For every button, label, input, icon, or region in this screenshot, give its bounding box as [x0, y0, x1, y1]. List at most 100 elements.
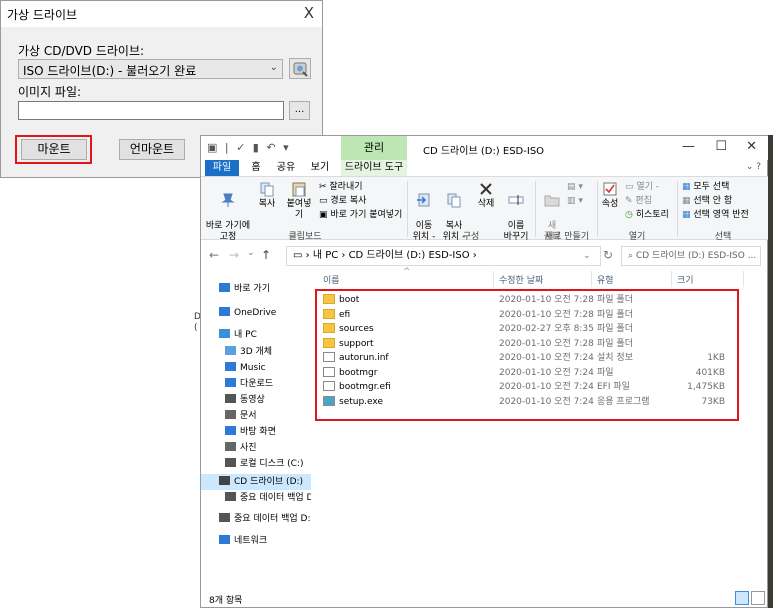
- nav-item[interactable]: 3D 개체: [201, 344, 311, 360]
- select-all-button[interactable]: ▦ 모두 선택: [682, 182, 729, 193]
- column-type[interactable]: 유형: [597, 273, 614, 286]
- nav-item[interactable]: 네트워크: [201, 533, 311, 549]
- nav-item[interactable]: CD 드라이브 (D:): [201, 474, 311, 490]
- nav-item[interactable]: 중요 데이터 백업 D: [201, 490, 311, 506]
- drive-select-value: ISO 드라이브(D:) - 불러오기 완료: [23, 64, 197, 78]
- new-folder-icon: [544, 195, 560, 207]
- desktop-background: [768, 135, 773, 608]
- copy-label: 복사: [258, 199, 276, 209]
- browse-button[interactable]: ...: [289, 101, 310, 120]
- column-date[interactable]: 수정한 날짜: [499, 273, 543, 286]
- address-bar[interactable]: ▭ › 내 PC › CD 드라이브 (D:) ESD-ISO ›: [286, 246, 601, 266]
- disk-icon: [225, 458, 236, 467]
- easy-access-button[interactable]: ▥ ▾: [567, 196, 583, 207]
- nav-item[interactable]: 다운로드: [201, 376, 311, 392]
- paste-label: 붙여넣기: [286, 199, 312, 220]
- ribbon-separator: [597, 181, 598, 237]
- nav-item-label: 바탕 화면: [240, 427, 276, 437]
- paste-shortcut-button[interactable]: ▣ 바로 가기 붙여넣기: [319, 210, 402, 221]
- back-button[interactable]: ←: [209, 248, 219, 262]
- music-icon: [225, 362, 236, 371]
- column-divider[interactable]: [591, 271, 592, 287]
- minimize-button[interactable]: —: [682, 139, 695, 154]
- nav-item-label: 문서: [240, 411, 257, 421]
- nav-item-label: 중요 데이터 백업 D: [240, 493, 311, 503]
- column-divider[interactable]: [743, 271, 744, 287]
- new-item-button[interactable]: ▤ ▾: [567, 182, 583, 193]
- download-icon: [225, 378, 236, 387]
- dialog-titlebar: 가상 드라이브 X: [1, 1, 322, 27]
- image-file-input[interactable]: [18, 101, 284, 120]
- invert-selection-button[interactable]: ▦ 선택 영역 반전: [682, 210, 749, 221]
- history-button[interactable]: ◷ 히스토리: [625, 210, 669, 221]
- nav-item[interactable]: 동영상: [201, 392, 311, 408]
- search-box[interactable]: ⌕ CD 드라이브 (D:) ESD-ISO ...: [621, 246, 761, 266]
- paste-icon: [292, 182, 306, 197]
- nav-item[interactable]: 중요 데이터 백업 D:: [201, 511, 311, 527]
- files-highlight-box: [315, 289, 739, 421]
- recent-locations-button[interactable]: ⌄: [247, 248, 255, 258]
- nav-item-label: 사진: [240, 443, 257, 453]
- up-button[interactable]: ↑: [261, 248, 271, 262]
- column-name[interactable]: 이름: [323, 273, 340, 286]
- tab-share[interactable]: 공유: [273, 160, 299, 176]
- copy-button[interactable]: 복사: [255, 181, 279, 210]
- tab-view[interactable]: 보기: [307, 160, 333, 176]
- cube-icon: [225, 346, 236, 355]
- nav-item-label: 다운로드: [240, 379, 274, 389]
- tab-home[interactable]: 홈: [245, 160, 267, 176]
- dialog-close-button[interactable]: X: [304, 4, 314, 22]
- explorer-window: ▣ | ✓ ▮ ↶ ▾ 관리 CD 드라이브 (D:) ESD-ISO — ☐ …: [200, 135, 769, 608]
- address-bar-row: ← → ⌄ ↑ ▭ › 내 PC › CD 드라이브 (D:) ESD-ISO …: [201, 241, 769, 271]
- forward-button[interactable]: →: [229, 248, 239, 262]
- copy-path-button[interactable]: ▭ 경로 복사: [319, 196, 366, 207]
- select-none-button[interactable]: ▦ 선택 안 함: [682, 196, 732, 207]
- unmount-button[interactable]: 언마운트: [119, 139, 185, 160]
- address-dropdown-button[interactable]: ⌄: [583, 251, 591, 261]
- column-divider[interactable]: [493, 271, 494, 287]
- nav-item[interactable]: 내 PC: [201, 327, 311, 343]
- close-button[interactable]: ✕: [746, 139, 757, 154]
- desktop-icon: [225, 426, 236, 435]
- details-view-button[interactable]: [735, 591, 749, 605]
- delete-button[interactable]: 삭제: [473, 181, 499, 210]
- dialog-title: 가상 드라이브: [7, 8, 78, 22]
- nav-item-label: 동영상: [240, 395, 265, 405]
- nav-item[interactable]: OneDrive: [201, 305, 311, 321]
- network-icon: [219, 535, 230, 544]
- invert-selection-icon: ▦: [682, 210, 694, 220]
- nav-item[interactable]: Music: [201, 360, 311, 376]
- paste-shortcut-label: 바로 가기 붙여넣기: [330, 210, 403, 220]
- open-button[interactable]: ▭ 열기 -: [625, 182, 659, 193]
- nav-item[interactable]: 바탕 화면: [201, 424, 311, 440]
- column-size[interactable]: 크기: [677, 273, 694, 286]
- large-icons-view-button[interactable]: [751, 591, 765, 605]
- tab-drive-tools[interactable]: 드라이브 도구: [341, 160, 407, 176]
- cut-label: 잘라내기: [329, 182, 363, 192]
- mount-highlight-box: [15, 135, 92, 164]
- drive-icon: [219, 513, 230, 522]
- nav-item[interactable]: 사진: [201, 440, 311, 456]
- drive-tool-icon: [293, 62, 308, 77]
- rename-icon: [508, 195, 524, 205]
- column-divider[interactable]: [671, 271, 672, 287]
- properties-button[interactable]: 속성: [599, 181, 621, 210]
- drive-select[interactable]: ISO 드라이브(D:) - 불러오기 완료 ⌄: [18, 59, 283, 79]
- ribbon-collapse-icon[interactable]: ⌄ ?: [746, 162, 761, 172]
- nav-item[interactable]: 문서: [201, 408, 311, 424]
- edit-button[interactable]: ✎ 편집: [625, 196, 652, 207]
- refresh-button[interactable]: ↻: [603, 248, 613, 262]
- edit-icon: ✎: [625, 196, 636, 206]
- quick-access-toolbar[interactable]: ▣ | ✓ ▮ ↶ ▾: [207, 141, 291, 154]
- nav-item[interactable]: 바로 가기: [201, 281, 311, 297]
- copy-to-icon: [447, 193, 461, 208]
- navigation-pane: 바로 가기 OneDrive 내 PC 3D 개체 Music 다운로드동영상문서바탕 화…: [201, 271, 311, 589]
- nav-item[interactable]: 로컬 디스크 (C:): [201, 456, 311, 472]
- tab-file[interactable]: 파일: [205, 160, 239, 176]
- drive-settings-button[interactable]: [289, 58, 311, 79]
- cut-button[interactable]: ✂ 잘라내기: [319, 182, 363, 193]
- picture-icon: [225, 442, 236, 451]
- tab-manage[interactable]: 관리: [341, 136, 407, 160]
- maximize-button[interactable]: ☐: [715, 139, 727, 154]
- paste-button[interactable]: 붙여넣기: [283, 181, 315, 221]
